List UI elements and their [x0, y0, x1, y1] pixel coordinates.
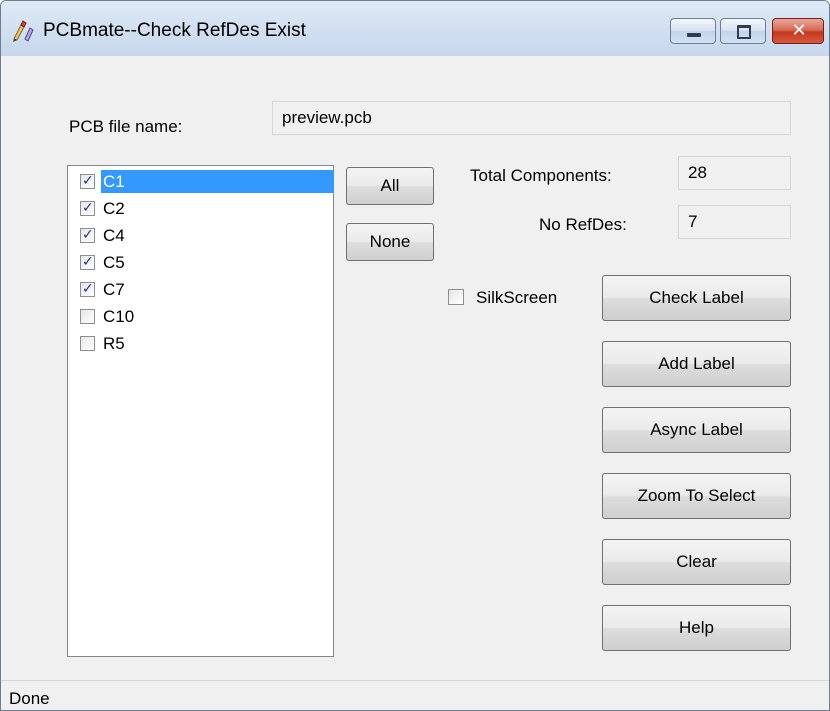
- component-list[interactable]: ✓ C1 ✓ C2 ✓ C4 ✓ C5 ✓ C7 C10 R5: [67, 165, 334, 657]
- total-components-field[interactable]: 28: [678, 156, 791, 190]
- minimize-icon: [687, 33, 701, 37]
- zoom-to-select-button[interactable]: Zoom To Select: [602, 473, 791, 519]
- component-checkbox[interactable]: ✓: [80, 173, 95, 189]
- pcb-file-field[interactable]: preview.pcb: [272, 101, 791, 135]
- app-window: PCBmate--Check RefDes Exist ✕ PCB file n…: [0, 0, 830, 711]
- silkscreen-checkbox[interactable]: [448, 289, 464, 305]
- title-bar[interactable]: PCBmate--Check RefDes Exist ✕: [1, 1, 829, 56]
- window-title: PCBmate--Check RefDes Exist: [43, 20, 306, 41]
- checkmark-icon: ✓: [82, 281, 94, 297]
- component-label: C10: [103, 307, 135, 326]
- maximize-icon: [737, 25, 751, 39]
- list-item[interactable]: ✓ C4: [71, 223, 332, 250]
- close-icon: ✕: [791, 20, 807, 41]
- pcbmate-app-icon: [13, 20, 34, 42]
- clear-button[interactable]: Clear: [602, 539, 791, 585]
- status-text: Done: [9, 689, 50, 708]
- list-item[interactable]: ✓ C1: [71, 169, 334, 196]
- list-item[interactable]: C10: [71, 304, 332, 331]
- no-refdes-label: No RefDes:: [539, 215, 627, 234]
- component-checkbox[interactable]: [80, 336, 95, 351]
- component-label: C2: [103, 199, 125, 218]
- pcb-file-label: PCB file name:: [69, 117, 183, 136]
- close-button[interactable]: ✕: [772, 18, 824, 44]
- component-checkbox[interactable]: ✓: [80, 254, 95, 270]
- component-label: C7: [103, 280, 125, 299]
- component-checkbox[interactable]: [80, 309, 95, 324]
- checkmark-icon: ✓: [82, 173, 94, 189]
- silkscreen-label[interactable]: SilkScreen: [476, 288, 557, 308]
- select-none-button[interactable]: None: [346, 223, 434, 261]
- client-area: PCB file name: preview.pcb ✓ C1 ✓ C2 ✓ C4 ✓ C5 ✓…: [1, 56, 829, 680]
- total-components-label: Total Components:: [470, 166, 612, 185]
- list-item[interactable]: R5: [71, 331, 332, 358]
- check-label-button[interactable]: Check Label: [602, 275, 791, 321]
- select-all-button[interactable]: All: [346, 167, 434, 205]
- component-label: C1: [101, 170, 334, 193]
- list-item[interactable]: ✓ C7: [71, 277, 332, 304]
- maximize-button[interactable]: [720, 18, 766, 44]
- help-button[interactable]: Help: [602, 605, 791, 651]
- checkmark-icon: ✓: [82, 227, 94, 243]
- checkmark-icon: ✓: [82, 200, 94, 216]
- async-label-button[interactable]: Async Label: [602, 407, 791, 453]
- component-label: C4: [103, 226, 125, 245]
- checkmark-icon: ✓: [82, 254, 94, 270]
- component-checkbox[interactable]: ✓: [80, 227, 95, 243]
- status-bar: Done: [1, 680, 829, 710]
- component-label: R5: [103, 334, 125, 353]
- minimize-button[interactable]: [670, 18, 716, 44]
- add-label-button[interactable]: Add Label: [602, 341, 791, 387]
- list-item[interactable]: ✓ C2: [71, 196, 332, 223]
- list-item[interactable]: ✓ C5: [71, 250, 332, 277]
- component-checkbox[interactable]: ✓: [80, 281, 95, 297]
- component-label: C5: [103, 253, 125, 272]
- component-checkbox[interactable]: ✓: [80, 200, 95, 216]
- no-refdes-field[interactable]: 7: [678, 205, 791, 239]
